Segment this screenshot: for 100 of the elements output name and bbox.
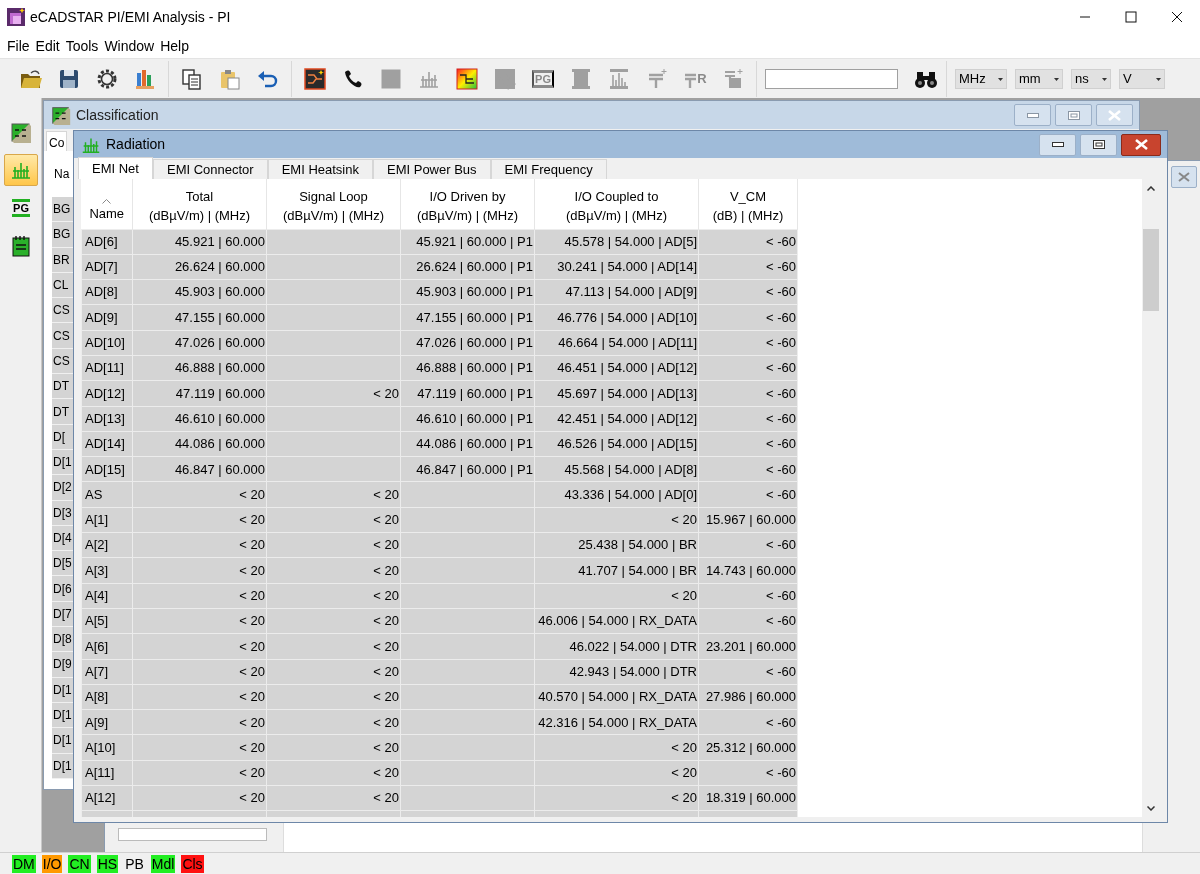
input-field[interactable]: [118, 828, 267, 841]
table-cell: 26.624 | 60.000: [132, 254, 267, 280]
column-header[interactable]: Name: [81, 179, 133, 229]
table-cell: 14.743 | 60.000: [698, 557, 798, 584]
minimize-icon: [1051, 142, 1064, 147]
scroll-thumb[interactable]: [1143, 229, 1159, 311]
table-cell: 46.776 | 54.000 | AD[10]: [534, 304, 699, 331]
table-cell: 47.026 | 60.000 | P1: [400, 330, 535, 356]
caret-icon: [998, 77, 1003, 81]
table-cell: AD[13]: [81, 406, 133, 432]
column-header[interactable]: I/O Coupled to (dBµV/m) | (MHz): [534, 179, 699, 229]
table-cell: < -60: [698, 330, 798, 356]
minimize-button[interactable]: [1039, 133, 1076, 156]
table-cell: < -60: [698, 254, 798, 280]
circuit-icon[interactable]: [303, 66, 327, 91]
table-cell: 46.610 | 60.000 | P1: [400, 406, 535, 432]
menu-item[interactable]: Tools: [62, 35, 102, 57]
table-cell: AD[8]: [81, 279, 133, 305]
caret-icon: [1054, 77, 1059, 81]
unit-dropdown[interactable]: V: [1119, 68, 1165, 89]
table-cell: 23.201 | 60.000: [698, 633, 798, 660]
tab[interactable]: EMI Connector: [152, 159, 268, 179]
table-cell: 45.903 | 60.000 | P1: [400, 279, 535, 305]
maximize-button[interactable]: [1080, 133, 1117, 156]
table-cell: < 20: [132, 709, 267, 735]
table-cell: 45.921 | 60.000 | P1: [400, 229, 535, 255]
table-cell: 15.967 | 60.000: [698, 507, 798, 533]
table-cell: < 20: [534, 507, 699, 533]
table-cell: 47.119 | 60.000 | P1: [400, 380, 535, 407]
table-cell: < -60: [698, 431, 798, 457]
table-cell: A[9]: [81, 709, 133, 735]
table-cell: 42.451 | 54.000 | AD[12]: [534, 406, 699, 432]
table-cell: < -60: [698, 659, 798, 685]
status-tag: I/O: [41, 854, 63, 873]
unit-dropdown[interactable]: mm: [1015, 68, 1063, 89]
table-cell: 45.578 | 54.000 | AD[5]: [534, 229, 699, 255]
scroll-down-icon[interactable]: [1147, 805, 1155, 811]
module-icon: [50, 104, 72, 126]
column-header[interactable]: Signal Loop (dBµV/m) | (MHz): [266, 179, 401, 229]
status-tag: DM: [12, 854, 36, 873]
table-cell: < -60: [698, 279, 798, 305]
table-cell: A[3]: [81, 557, 133, 584]
column-header[interactable]: I/O Driven by (dBµV/m) | (MHz): [400, 179, 535, 229]
table-cell: < 20: [534, 785, 699, 811]
table-cell: A[4]: [81, 583, 133, 609]
table-cell: 46.451 | 54.000 | AD[12]: [534, 355, 699, 381]
table-cell: < -60: [698, 406, 798, 432]
menu-item[interactable]: File: [4, 35, 33, 57]
menu-item[interactable]: Edit: [32, 35, 63, 57]
table-cell: < -60: [698, 456, 798, 482]
tab[interactable]: EMI Heatsink: [267, 159, 373, 179]
table-cell: < 20: [266, 734, 401, 761]
table-cell: < 20: [266, 557, 401, 584]
menu-item[interactable]: Window: [101, 35, 158, 57]
caret-icon: [1156, 77, 1161, 81]
table-cell: A[1]: [81, 507, 133, 533]
table-cell: < -60: [698, 229, 798, 255]
table-cell: 40.570 | 54.000 | RX_DATA: [534, 684, 699, 710]
table-cell: 47.155 | 60.000 | P1: [400, 304, 535, 331]
table-cell: 25.312 | 60.000: [698, 734, 798, 761]
tab[interactable]: EMI Net: [78, 157, 153, 179]
maximize-icon: [1092, 140, 1105, 149]
close-button[interactable]: [1121, 133, 1161, 156]
tab[interactable]: EMI Frequency: [490, 159, 607, 179]
table-cell: < -60: [698, 709, 798, 735]
table-cell: 18.319 | 60.000: [698, 785, 798, 811]
scroll-up-icon[interactable]: [1147, 185, 1155, 191]
status-tag: Cls: [181, 854, 204, 873]
table-cell: A[12]: [81, 785, 133, 811]
tab[interactable]: Co: [46, 131, 68, 153]
table-cell: 26.624 | 60.000 | P1: [400, 254, 535, 280]
pg-button[interactable]: PG: [4, 192, 38, 224]
copy-icon[interactable]: [180, 66, 204, 91]
window-title: Classification: [76, 105, 160, 125]
table-cell: 47.026 | 60.000: [132, 330, 267, 356]
column-header[interactable]: Na: [54, 165, 70, 183]
tab[interactable]: EMI Power Bus: [373, 159, 491, 179]
minimize-icon: [1026, 112, 1039, 118]
table-cell: < 20: [534, 760, 699, 786]
maximize-icon: [1067, 110, 1080, 120]
table-cell: < 20: [132, 608, 267, 634]
gradient-icon[interactable]: [455, 66, 479, 91]
unit-dropdown[interactable]: MHz: [955, 68, 1007, 89]
table-cell: < 20: [266, 583, 401, 609]
table-cell: A[5]: [81, 608, 133, 634]
table-cell: 42.943 | 54.000 | DTR: [534, 659, 699, 685]
menu-item[interactable]: Help: [157, 35, 192, 57]
window-title: eCADSTAR PI/EMI Analysis - PI: [30, 7, 232, 27]
status-tag: HS: [96, 854, 119, 873]
table-cell: A[7]: [81, 659, 133, 685]
sort-icon: [102, 198, 112, 204]
table-cell: < 20: [132, 557, 267, 584]
notepad-icon: [9, 234, 33, 258]
search-field[interactable]: [765, 68, 898, 89]
column-header[interactable]: V_CM (dB) | (MHz): [698, 179, 798, 229]
table-cell: AD[7]: [81, 254, 133, 280]
column-header[interactable]: Total (dBµV/m) | (MHz): [132, 179, 267, 229]
table-cell: < 20: [266, 380, 401, 407]
unit-dropdown[interactable]: ns: [1071, 68, 1111, 89]
table-cell: < 20: [266, 760, 401, 786]
